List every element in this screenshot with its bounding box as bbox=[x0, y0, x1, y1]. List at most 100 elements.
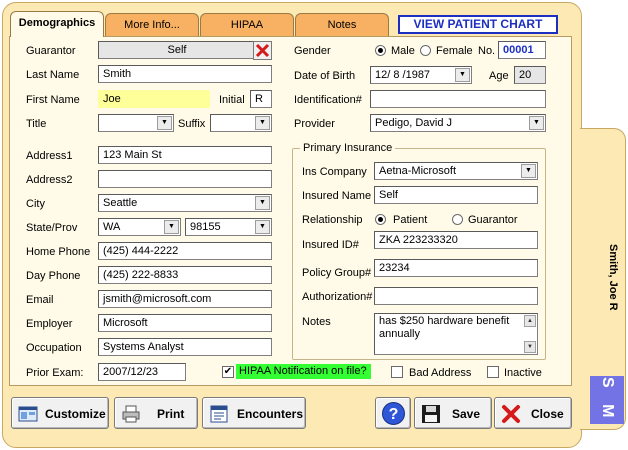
encounters-button[interactable]: Encounters bbox=[202, 397, 306, 429]
relationship-guarantor-label: Guarantor bbox=[468, 214, 518, 226]
first-name-input[interactable]: Joe bbox=[98, 90, 210, 108]
customize-icon bbox=[18, 406, 38, 422]
email-label: Email bbox=[26, 294, 54, 306]
help-button[interactable]: ? bbox=[375, 397, 411, 429]
home-phone-input[interactable]: (425) 444-2222 bbox=[98, 242, 272, 260]
policy-group-input[interactable]: 23234 bbox=[374, 259, 538, 277]
view-patient-chart-button[interactable]: VIEW PATIENT CHART bbox=[398, 15, 558, 34]
provider-value: Pedigo, David J bbox=[375, 117, 453, 129]
save-label: Save bbox=[452, 407, 481, 421]
initial-input[interactable]: R bbox=[250, 90, 272, 108]
encounters-icon bbox=[210, 405, 228, 423]
inactive-checkbox[interactable] bbox=[487, 366, 499, 378]
prior-exam-label: Prior Exam: bbox=[26, 367, 84, 379]
day-phone-input[interactable]: (425) 222-8833 bbox=[98, 266, 272, 284]
gender-female-radio[interactable] bbox=[420, 45, 431, 56]
chevron-down-icon: ▼ bbox=[157, 116, 172, 130]
customize-label: Customize bbox=[45, 407, 106, 421]
relationship-guarantor-radio[interactable] bbox=[452, 214, 463, 225]
insured-name-label: Insured Name bbox=[302, 190, 372, 202]
occupation-label: Occupation bbox=[26, 342, 82, 354]
scroll-down-icon[interactable]: ▼ bbox=[524, 341, 536, 353]
state-select[interactable]: WA ▼ bbox=[98, 218, 181, 236]
gender-male-radio[interactable] bbox=[375, 45, 386, 56]
printer-icon bbox=[122, 405, 140, 423]
male-label: Male bbox=[391, 45, 415, 57]
city-select[interactable]: Seattle ▼ bbox=[98, 194, 272, 212]
guarantor-field[interactable]: Self bbox=[98, 41, 272, 59]
notes-label: Notes bbox=[302, 316, 331, 328]
dob-label: Date of Birth bbox=[294, 70, 356, 82]
suffix-select[interactable]: ▼ bbox=[210, 114, 272, 132]
home-phone-label: Home Phone bbox=[26, 246, 91, 258]
save-button[interactable]: Save bbox=[414, 397, 492, 429]
address2-label: Address2 bbox=[26, 174, 73, 186]
authorization-label: Authorization# bbox=[302, 291, 373, 303]
close-button[interactable]: Close bbox=[494, 397, 572, 429]
chevron-down-icon: ▼ bbox=[255, 196, 270, 210]
insured-id-input[interactable]: ZKA 223233320 bbox=[374, 231, 538, 249]
chevron-down-icon: ▼ bbox=[255, 220, 270, 234]
email-input[interactable]: jsmith@microsoft.com bbox=[98, 290, 272, 308]
patient-no-field: 00001 bbox=[498, 41, 546, 59]
guarantor-label: Guarantor bbox=[26, 45, 76, 57]
last-name-input[interactable]: Smith bbox=[98, 65, 272, 83]
initial-label: Initial bbox=[219, 94, 245, 106]
notes-textarea[interactable]: has $250 hardware benefit annually ▲ ▼ bbox=[374, 313, 538, 355]
relationship-patient-radio[interactable] bbox=[375, 214, 386, 225]
provider-label: Provider bbox=[294, 118, 335, 130]
dob-value: 12/ 8 /1987 bbox=[375, 69, 431, 81]
patient-no-label: No. bbox=[478, 45, 496, 57]
city-label: City bbox=[26, 198, 45, 210]
chevron-down-icon: ▼ bbox=[164, 220, 179, 234]
notes-text: has $250 hardware benefit annually bbox=[379, 315, 510, 340]
customize-button[interactable]: Customize bbox=[11, 397, 109, 429]
print-button[interactable]: Print bbox=[114, 397, 198, 429]
city-value: Seattle bbox=[103, 197, 138, 209]
prior-exam-input[interactable]: 2007/12/23 bbox=[98, 363, 186, 381]
hipaa-notification-label: HIPAA Notification on file? bbox=[236, 364, 371, 379]
tab-notes[interactable]: Notes bbox=[295, 13, 389, 36]
inactive-label: Inactive bbox=[504, 367, 542, 379]
chevron-down-icon: ▼ bbox=[521, 164, 536, 178]
tab-demographics[interactable]: Demographics bbox=[10, 11, 104, 37]
identification-label: Identification# bbox=[294, 94, 362, 106]
tab-hipaa[interactable]: HIPAA bbox=[200, 13, 294, 36]
identification-input[interactable] bbox=[370, 90, 546, 108]
primary-insurance-title: Primary Insurance bbox=[300, 141, 396, 155]
female-label: Female bbox=[436, 45, 473, 57]
address1-label: Address1 bbox=[26, 150, 73, 162]
age-label: Age bbox=[489, 70, 509, 82]
dob-picker[interactable]: 12/ 8 /1987 ▼ bbox=[370, 66, 472, 84]
first-name-label: First Name bbox=[26, 94, 80, 106]
employer-input[interactable]: Microsoft bbox=[98, 314, 272, 332]
hipaa-checkbox[interactable]: ✔ bbox=[222, 366, 234, 378]
insured-name-input[interactable]: Self bbox=[374, 186, 538, 204]
occupation-input[interactable]: Systems Analyst bbox=[98, 338, 272, 356]
bad-address-checkbox[interactable] bbox=[391, 366, 403, 378]
gender-label: Gender bbox=[294, 45, 331, 57]
state-label: State/Prov bbox=[26, 222, 78, 234]
insured-id-label: Insured ID# bbox=[302, 239, 359, 251]
close-label: Close bbox=[531, 407, 564, 421]
ins-company-select[interactable]: Aetna-Microsoft ▼ bbox=[374, 162, 538, 180]
scroll-up-icon[interactable]: ▲ bbox=[524, 315, 536, 327]
title-select[interactable]: ▼ bbox=[98, 114, 174, 132]
provider-select[interactable]: Pedigo, David J ▼ bbox=[370, 114, 546, 132]
suffix-label: Suffix bbox=[178, 118, 206, 130]
authorization-input[interactable] bbox=[374, 287, 538, 305]
bad-address-label: Bad Address bbox=[409, 367, 472, 379]
zip-select[interactable]: 98155 ▼ bbox=[185, 218, 272, 236]
state-value: WA bbox=[103, 221, 121, 233]
tab-more-info[interactable]: More Info... bbox=[105, 13, 199, 36]
print-label: Print bbox=[157, 407, 185, 421]
help-icon: ? bbox=[382, 402, 405, 425]
day-phone-label: Day Phone bbox=[26, 270, 81, 282]
ins-company-label: Ins Company bbox=[302, 166, 367, 178]
address1-input[interactable]: 123 Main St bbox=[98, 146, 272, 164]
address2-input[interactable] bbox=[98, 170, 272, 188]
age-field: 20 bbox=[514, 66, 546, 84]
employer-label: Employer bbox=[26, 318, 73, 330]
clear-guarantor-button[interactable] bbox=[253, 41, 272, 60]
title-label: Title bbox=[26, 118, 47, 130]
